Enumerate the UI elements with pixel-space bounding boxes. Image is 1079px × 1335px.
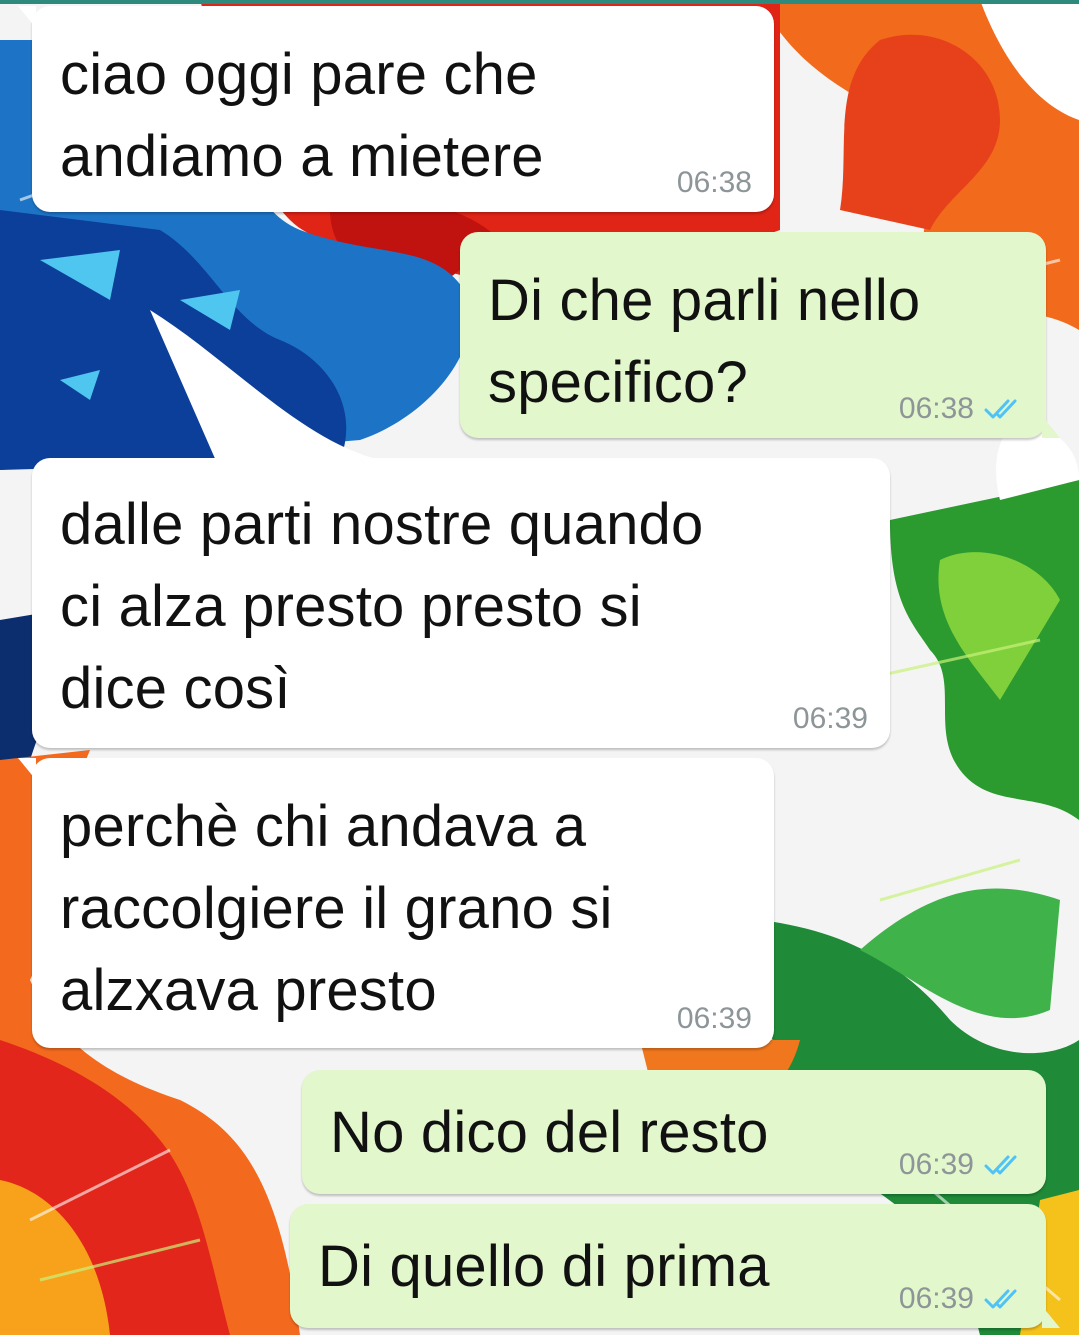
message-meta: 06:38 [677,166,752,200]
message-meta: 06:39 [677,1002,752,1036]
double-check-icon [984,1287,1024,1311]
message-meta: 06:39 [899,1282,1024,1316]
message-meta: 06:38 [899,392,1024,426]
message-time: 06:39 [676,1002,752,1035]
message-bubble-incoming[interactable]: dalle parti nostre quando ci alza presto… [32,458,890,748]
message-bubble-outgoing[interactable]: No dico del resto 06:39 [302,1070,1046,1194]
bubble-tail [1042,416,1060,438]
double-check-icon [984,1153,1024,1177]
message-time: 06:38 [676,166,752,199]
message-time: 06:39 [898,1148,974,1181]
double-check-icon [984,397,1024,421]
message-bubble-incoming[interactable]: perchè chi andava a raccolgiere il grano… [18,758,774,1048]
message-meta: 06:39 [899,1148,1024,1182]
message-bubble-outgoing[interactable]: Di quello di prima 06:39 [290,1204,1060,1328]
message-time: 06:38 [898,392,974,425]
message-time: 06:39 [792,702,868,735]
bubble-tail [18,758,36,780]
message-text: Di che parli nello specifico? [488,268,921,415]
message-time: 06:39 [898,1282,974,1315]
message-text: dalle parti nostre quando ci alza presto… [60,492,704,721]
message-text: No dico del resto [330,1100,769,1165]
message-bubble-outgoing[interactable]: Di che parli nello specifico? 06:38 [460,232,1060,438]
bubble-tail [1042,1306,1060,1328]
message-text: perchè chi andava a raccolgiere il grano… [60,794,613,1023]
bubble-tail [18,6,36,28]
message-meta: 06:39 [793,702,868,736]
message-bubble-incoming[interactable]: ciao oggi pare che andiamo a mietere 06:… [18,6,774,212]
message-text: Di quello di prima [318,1234,770,1299]
chat-message-list[interactable]: ciao oggi pare che andiamo a mietere 06:… [0,0,1079,1335]
message-text: ciao oggi pare che andiamo a mietere [60,42,544,189]
